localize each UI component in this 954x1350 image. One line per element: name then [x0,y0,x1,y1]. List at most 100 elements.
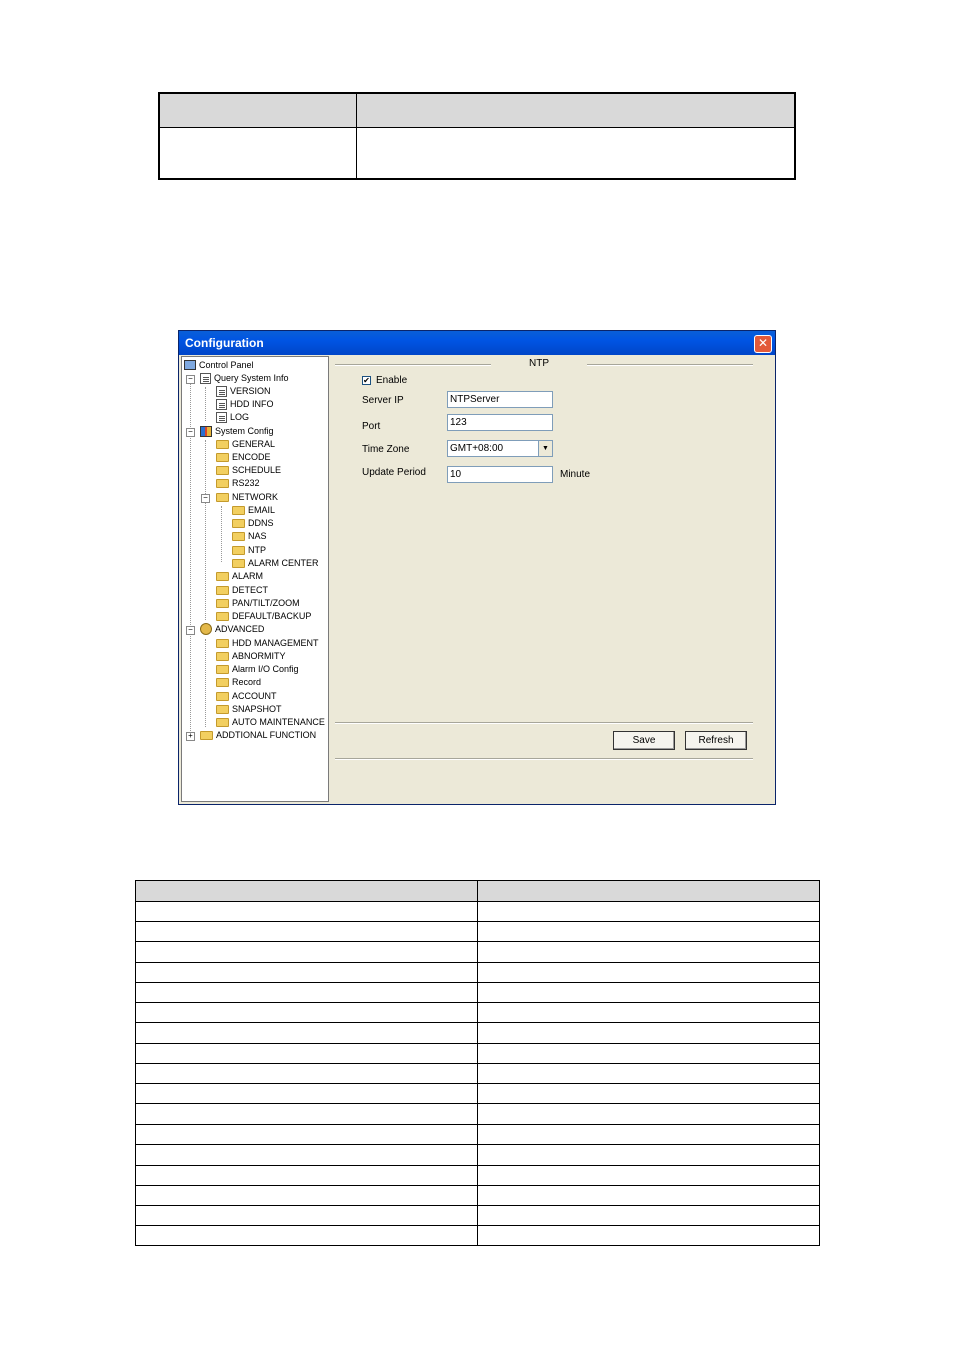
time-zone-label: Time Zone [362,444,410,455]
folder-icon [216,692,229,701]
gear-icon [200,623,212,635]
port-input[interactable]: 123 [447,414,553,431]
collapse-toggle[interactable]: − [186,428,195,437]
table-row-divider [136,1144,819,1145]
bottom-separator [335,758,753,759]
folder-icon [232,506,245,515]
table-row-divider [136,1022,819,1023]
table-row-divider [136,1124,819,1125]
enable-checkbox[interactable]: ✔ [362,376,371,385]
button-separator [335,722,753,723]
time-zone-value: GMT+08:00 [450,443,504,454]
table-row-divider [136,1205,819,1206]
folder-icon [216,652,229,661]
tree-item-account[interactable]: ACCOUNT [216,690,277,703]
folder-icon [232,519,245,528]
tree-item-system-config[interactable]: System Config [200,425,274,438]
tree-item-hdd-info[interactable]: HDD INFO [216,398,274,411]
tree-item-default-backup[interactable]: DEFAULT/BACKUP [216,610,311,623]
refresh-button[interactable]: Refresh [685,731,747,750]
top-table [158,92,796,180]
section-title: NTP [529,358,549,369]
folder-icon [216,718,229,727]
tree-item-auto-maintenance[interactable]: AUTO MAINTENANCE [216,716,325,729]
monitor-icon [184,360,196,370]
table-row-divider [136,982,819,983]
tree-item-pan-tilt-zoom[interactable]: PAN/TILT/ZOOM [216,597,300,610]
folder-icon [216,599,229,608]
section-divider [335,364,491,365]
table-row-divider [136,1002,819,1003]
tree-item-alarm[interactable]: ALARM [216,570,263,583]
tree-item-general[interactable]: GENERAL [216,438,275,451]
folder-icon [216,453,229,462]
table-row-divider [136,1103,819,1104]
server-ip-input[interactable]: NTPServer [447,391,553,408]
update-period-input[interactable]: 10 [447,466,553,483]
dialog-title: Configuration [185,336,264,350]
tree-item-email[interactable]: EMAIL [232,504,275,517]
bottom-table [135,880,820,1246]
top-table-header-row [160,94,794,128]
table-row-divider [136,962,819,963]
tree-item-network[interactable]: NETWORK [216,491,278,504]
folder-icon [216,572,229,581]
tree-item-control-panel[interactable]: Control Panel [184,359,254,372]
table-row-divider [136,1063,819,1064]
navigation-tree[interactable]: − − − − + Control Panel Query System Inf… [181,356,329,802]
tools-icon [200,426,212,437]
folder-icon [216,665,229,674]
tree-item-abnormity[interactable]: ABNORMITY [216,650,286,663]
folder-icon [216,493,229,502]
tree-item-addtional-function[interactable]: ADDTIONAL FUNCTION [200,729,316,742]
tree-item-snapshot[interactable]: SNAPSHOT [216,703,282,716]
folder-icon [216,705,229,714]
tree-item-alarm-io-config[interactable]: Alarm I/O Config [216,663,299,676]
table-row-divider [136,1043,819,1044]
folder-icon [216,440,229,449]
table-row-divider [136,1185,819,1186]
doc-icon [216,386,227,397]
tree-item-advanced[interactable]: ADVANCED [200,623,264,636]
expand-toggle[interactable]: + [186,732,195,741]
collapse-toggle[interactable]: − [186,375,195,384]
folder-icon [232,546,245,555]
tree-item-ntp[interactable]: NTP [232,544,266,557]
table-row-divider [136,1165,819,1166]
tree-item-encode[interactable]: ENCODE [216,451,271,464]
folder-icon [200,731,213,740]
ntp-panel: NTP ✔ Enable Server IP NTPServer Port 12… [333,356,771,800]
tree-item-log[interactable]: LOG [216,411,249,424]
time-zone-select[interactable]: GMT+08:00 ▼ [447,440,553,457]
update-period-label: Update Period [362,467,426,478]
tree-item-version[interactable]: VERSION [216,385,271,398]
folder-icon [216,678,229,687]
tree-item-rs232[interactable]: RS232 [216,477,260,490]
dialog-titlebar[interactable]: Configuration ✕ [179,331,775,355]
table-row-divider [136,941,819,942]
tree-connector [205,440,206,620]
doc-icon [216,399,227,410]
save-button[interactable]: Save [613,731,675,750]
section-divider [587,364,753,365]
table-row-divider [136,1083,819,1084]
tree-item-alarm-center[interactable]: ALARM CENTER [232,557,319,570]
tree-item-record[interactable]: Record [216,676,261,689]
folder-icon [232,559,245,568]
tree-item-hdd-management[interactable]: HDD MANAGEMENT [216,637,319,650]
tree-item-nas[interactable]: NAS [232,530,267,543]
tree-item-schedule[interactable]: SCHEDULE [216,464,281,477]
update-period-unit: Minute [560,469,591,480]
close-icon[interactable]: ✕ [754,335,772,353]
folder-icon [232,532,245,541]
collapse-toggle[interactable]: − [201,494,210,503]
doc-icon [200,373,211,384]
tree-connector [205,387,206,421]
tree-item-query-system-info[interactable]: Query System Info [200,372,289,385]
tree-item-detect[interactable]: DETECT [216,584,268,597]
collapse-toggle[interactable]: − [186,626,195,635]
tree-item-ddns[interactable]: DDNS [232,517,274,530]
port-label: Port [362,421,381,432]
table-row-divider [136,921,819,922]
chevron-down-icon[interactable]: ▼ [538,441,552,456]
